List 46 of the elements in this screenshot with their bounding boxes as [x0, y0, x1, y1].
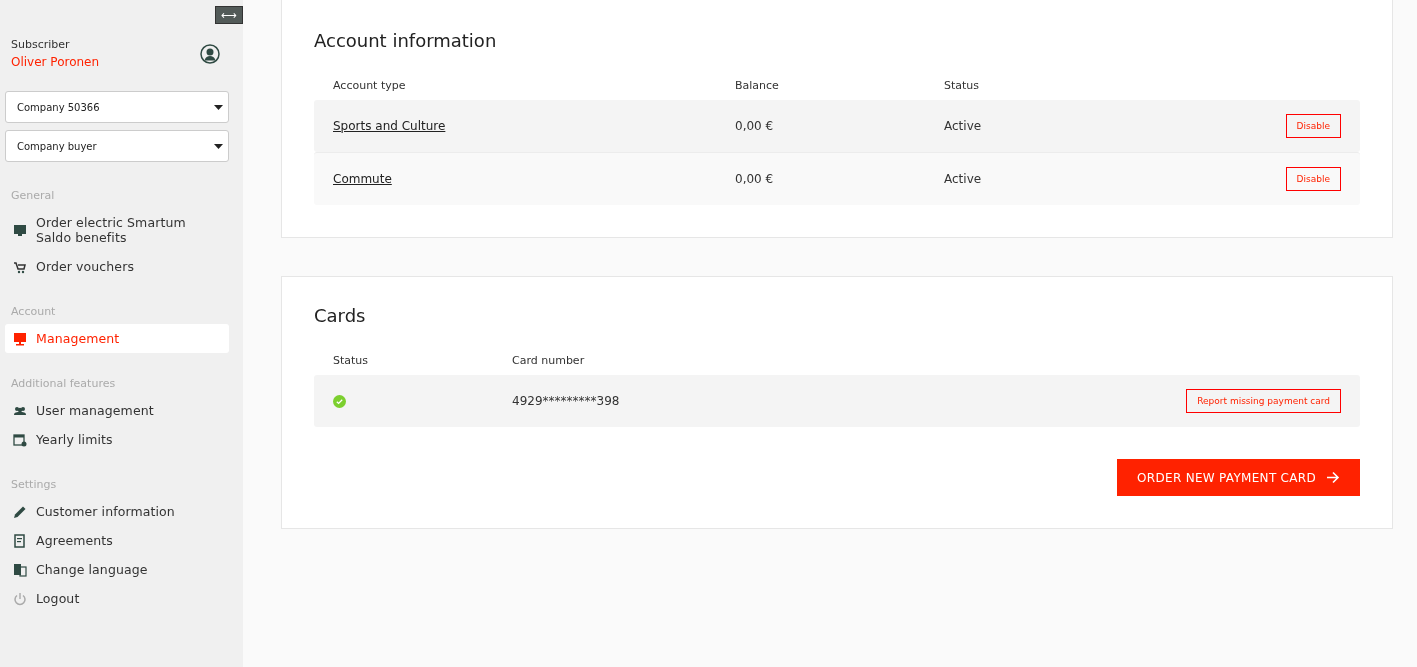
- dropdown-select[interactable]: Company 50366: [5, 91, 229, 123]
- column-header: Status: [944, 79, 981, 92]
- status-cell-text: Active: [944, 119, 983, 133]
- monitor-icon: [13, 223, 27, 237]
- nav-item[interactable]: User management: [5, 396, 229, 425]
- account-type-link[interactable]: Commute: [333, 172, 735, 186]
- nav-item[interactable]: Order electric Smartum Saldo benefits: [5, 208, 229, 252]
- nav-item[interactable]: Order vouchers: [5, 252, 229, 281]
- nav-item[interactable]: Logout: [5, 584, 229, 613]
- section-heading: General: [10, 188, 56, 204]
- disable-button[interactable]: Disable: [1285, 114, 1341, 138]
- account-type-link[interactable]: Sports and Culture: [333, 119, 735, 133]
- column-header: Balance: [735, 79, 780, 92]
- panel-title: Account information: [314, 30, 498, 51]
- disable-button[interactable]: Disable: [1285, 167, 1341, 191]
- panel-title: Cards: [314, 305, 367, 326]
- cart-icon: [13, 259, 27, 274]
- nav-item[interactable]: Change language: [5, 555, 229, 584]
- balance-cell-text: 0,00 €: [735, 172, 775, 186]
- status-cell-text: Active: [944, 172, 983, 186]
- nav-item[interactable]: Agreements: [5, 526, 229, 555]
- power-icon: [13, 591, 27, 606]
- section-heading: Settings: [10, 477, 58, 493]
- nav-item[interactable]: Yearly limits: [5, 425, 229, 454]
- section-heading: Account: [10, 304, 57, 320]
- arrow-right-icon: [1326, 471, 1340, 484]
- nav-item[interactable]: Management: [5, 324, 229, 353]
- section-heading: Additional features: [10, 376, 117, 392]
- collapse-toggle-button[interactable]: ⟷: [215, 6, 243, 24]
- user-avatar-icon[interactable]: [200, 43, 220, 64]
- balance-cell-text: 0,00 €: [735, 119, 775, 133]
- column-header: Card number: [512, 354, 586, 367]
- subscriber-name: Oliver Poronen: [11, 55, 100, 69]
- report-missing-card-button[interactable]: Report missing payment card: [1186, 389, 1341, 413]
- document-icon: [13, 533, 27, 548]
- caret-icon: [214, 104, 223, 110]
- column-header: Status: [333, 354, 370, 367]
- pencil-icon: [13, 504, 27, 519]
- subscriber-label: Subscriber: [11, 38, 71, 51]
- card-number-cell-text: 4929*********398: [512, 394, 621, 408]
- order-new-card-button[interactable]: ORDER NEW PAYMENT CARD: [1117, 459, 1360, 496]
- caret-icon: [214, 143, 223, 149]
- nav-item[interactable]: Customer information: [5, 497, 229, 526]
- column-header: Account type: [333, 79, 407, 92]
- dropdown-select[interactable]: Company buyer: [5, 130, 229, 162]
- calendar-icon: [13, 432, 27, 447]
